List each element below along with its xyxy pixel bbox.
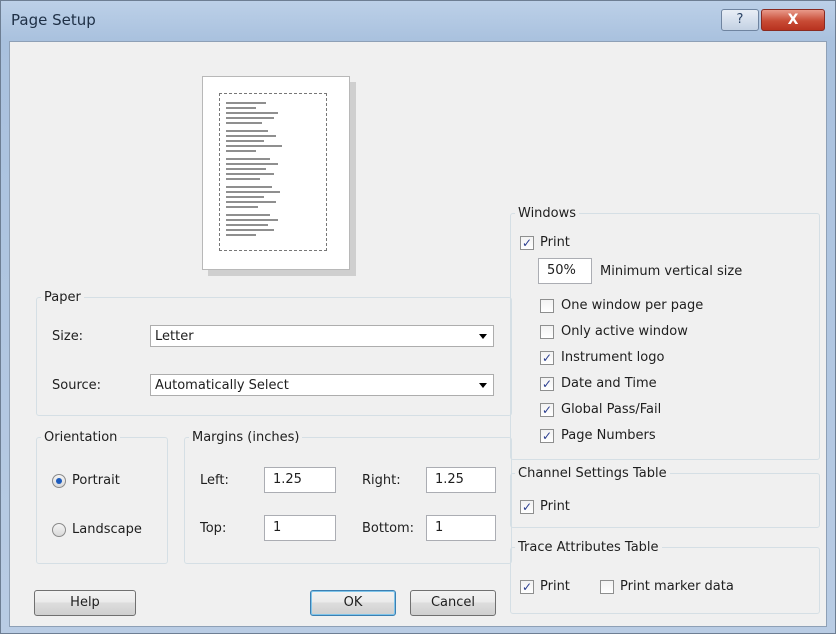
trace-attributes-group: Trace Attributes Table <box>510 540 820 614</box>
one-window-per-page-label[interactable]: One window per page <box>561 298 703 313</box>
global-pass-fail-checkbox[interactable]: ✓ <box>540 403 554 417</box>
page-setup-dialog: Page Setup ? X Paper Size: Letter Source… <box>0 0 836 634</box>
instrument-logo-checkbox[interactable]: ✓ <box>540 351 554 365</box>
bottom-margin-input[interactable]: 1 <box>426 515 496 541</box>
page-numbers-label[interactable]: Page Numbers <box>561 428 656 443</box>
trace-attributes-print-label[interactable]: Print <box>540 579 570 594</box>
paper-size-value: Letter <box>155 329 194 344</box>
margins-legend: Margins (inches) <box>192 430 300 445</box>
paper-source-value: Automatically Select <box>155 378 289 393</box>
chevron-down-icon <box>479 383 487 388</box>
cancel-button[interactable]: Cancel <box>410 590 496 616</box>
instrument-logo-label[interactable]: Instrument logo <box>561 350 664 365</box>
windows-print-checkbox[interactable]: ✓ <box>520 236 534 250</box>
portrait-label[interactable]: Portrait <box>72 473 120 488</box>
orientation-legend: Orientation <box>44 430 118 445</box>
channel-settings-print-checkbox[interactable]: ✓ <box>520 500 534 514</box>
right-margin-input[interactable]: 1.25 <box>426 467 496 493</box>
paper-group: Paper <box>36 290 512 416</box>
chevron-down-icon <box>479 334 487 339</box>
trace-attributes-legend: Trace Attributes Table <box>518 540 659 555</box>
global-pass-fail-label[interactable]: Global Pass/Fail <box>561 402 661 417</box>
only-active-window-checkbox[interactable] <box>540 325 554 339</box>
date-and-time-checkbox[interactable]: ✓ <box>540 377 554 391</box>
close-icon[interactable]: X <box>761 9 825 31</box>
page-preview-content <box>219 93 327 251</box>
minimum-vertical-size-input[interactable]: 50% <box>538 258 592 284</box>
size-label: Size: <box>52 329 84 344</box>
dialog-title: Page Setup <box>11 11 96 29</box>
page-numbers-checkbox[interactable]: ✓ <box>540 429 554 443</box>
orientation-group: Orientation <box>36 430 168 564</box>
windows-print-label[interactable]: Print <box>540 235 570 250</box>
right-margin-label: Right: <box>362 473 401 488</box>
top-margin-label: Top: <box>200 521 227 536</box>
windows-legend: Windows <box>518 206 577 221</box>
title-bar: Page Setup ? X <box>1 1 835 43</box>
top-margin-input[interactable]: 1 <box>264 515 336 541</box>
page-preview <box>202 76 350 270</box>
one-window-per-page-checkbox[interactable] <box>540 299 554 313</box>
paper-size-dropdown[interactable]: Letter <box>150 325 494 347</box>
print-marker-data-label[interactable]: Print marker data <box>620 579 734 594</box>
margins-group: Margins (inches) <box>184 430 512 564</box>
source-label: Source: <box>52 378 102 393</box>
channel-settings-print-label[interactable]: Print <box>540 499 570 514</box>
channel-settings-legend: Channel Settings Table <box>518 466 667 481</box>
channel-settings-group: Channel Settings Table <box>510 466 820 528</box>
only-active-window-label[interactable]: Only active window <box>561 324 688 339</box>
dialog-body: Paper Size: Letter Source: Automatically… <box>9 41 827 627</box>
landscape-label[interactable]: Landscape <box>72 522 142 537</box>
help-icon[interactable]: ? <box>721 9 759 31</box>
trace-attributes-print-checkbox[interactable]: ✓ <box>520 580 534 594</box>
portrait-radio[interactable] <box>52 474 66 488</box>
help-button[interactable]: Help <box>34 590 136 616</box>
paper-legend: Paper <box>44 290 81 305</box>
bottom-margin-label: Bottom: <box>362 521 415 536</box>
ok-button[interactable]: OK <box>310 590 396 616</box>
left-margin-input[interactable]: 1.25 <box>264 467 336 493</box>
date-and-time-label[interactable]: Date and Time <box>561 376 657 391</box>
minimum-vertical-size-label: Minimum vertical size <box>600 264 743 279</box>
left-margin-label: Left: <box>200 473 229 488</box>
landscape-radio[interactable] <box>52 523 66 537</box>
print-marker-data-checkbox[interactable] <box>600 580 614 594</box>
paper-source-dropdown[interactable]: Automatically Select <box>150 374 494 396</box>
